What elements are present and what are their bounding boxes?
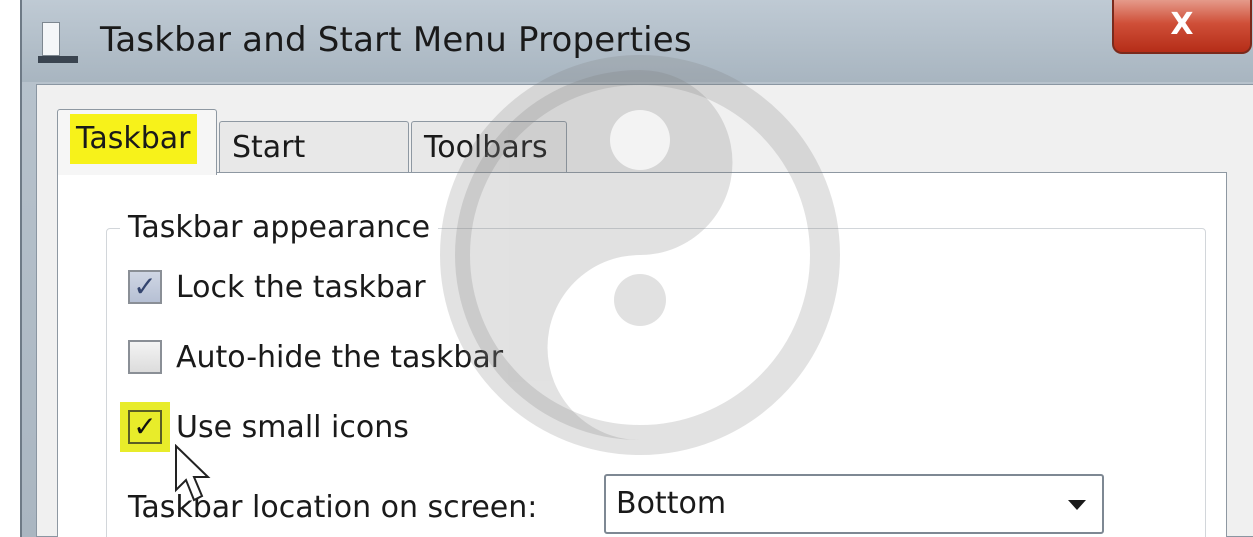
taskbar-location-value: Bottom — [616, 486, 727, 521]
tab-toolbars-label: Toolbars — [424, 130, 548, 165]
tab-toolbars[interactable]: Toolbars — [411, 121, 567, 173]
tab-taskbar[interactable]: Taskbar — [57, 109, 217, 175]
appearance-group-title: Taskbar appearance — [120, 210, 439, 245]
close-button[interactable]: X — [1112, 0, 1252, 54]
app-icon — [38, 22, 78, 64]
lock-taskbar-label: Lock the taskbar — [176, 270, 426, 305]
auto-hide-label: Auto-hide the taskbar — [176, 340, 504, 375]
mouse-cursor-icon — [175, 444, 211, 502]
check-icon: ✓ — [133, 270, 157, 303]
small-icons-checkbox[interactable]: ✓ — [128, 410, 162, 444]
taskbar-location-select[interactable]: Bottom — [604, 474, 1104, 534]
tab-taskbar-label: Taskbar — [70, 114, 197, 164]
auto-hide-checkbox[interactable] — [128, 340, 162, 374]
chevron-down-icon — [1068, 500, 1086, 510]
title-bar[interactable]: Taskbar and Start Menu Properties X — [22, 0, 1253, 82]
window-title: Taskbar and Start Menu Properties — [100, 20, 692, 60]
close-icon: X — [1170, 7, 1194, 42]
small-icons-label: Use small icons — [176, 410, 409, 445]
properties-window: Taskbar and Start Menu Properties X Task… — [20, 0, 1253, 537]
tab-start-menu[interactable]: Start Menu — [219, 121, 409, 217]
lock-taskbar-checkbox[interactable]: ✓ — [128, 270, 162, 304]
check-icon: ✓ — [133, 410, 157, 443]
